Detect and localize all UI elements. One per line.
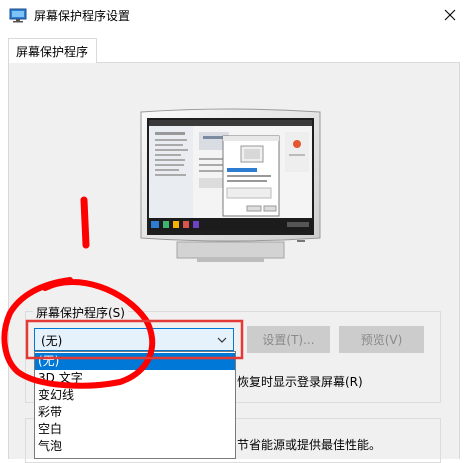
tab-label: 屏幕保护程序 [16, 45, 89, 59]
screensaver-settings-window: 屏幕保护程序设置 屏幕保护程序 屏幕保护程序(S) (无) 设置(T)... 预… [0, 0, 467, 463]
list-item[interactable]: 空白 [35, 421, 235, 438]
list-item[interactable]: (无) [35, 353, 235, 370]
screensaver-dropdown-list: (无) 3D 文字 变幻线 彩带 空白 气泡 [34, 351, 236, 459]
screensaver-group-label: 屏幕保护程序(S) [33, 304, 128, 321]
list-item[interactable]: 气泡 [35, 438, 235, 455]
list-item[interactable]: 变幻线 [35, 387, 235, 404]
resume-logon-label[interactable]: 恢复时显示登录屏幕(R) [237, 373, 363, 390]
power-description: 节省能源或提供最佳性能。 [237, 438, 382, 452]
monitor-icon [9, 8, 27, 23]
tab-screensaver[interactable]: 屏幕保护程序 [8, 38, 97, 63]
title-bar[interactable]: 屏幕保护程序设置 [0, 0, 467, 30]
list-item[interactable]: 彩带 [35, 404, 235, 421]
settings-button[interactable]: 设置(T)... [247, 326, 330, 353]
close-button[interactable] [432, 0, 467, 30]
close-icon [444, 9, 455, 21]
monitor-preview [137, 108, 324, 265]
window-title: 屏幕保护程序设置 [34, 9, 131, 23]
preview-button[interactable]: 预览(V) [339, 326, 424, 353]
chevron-down-icon [217, 334, 227, 348]
screensaver-select-value: (无) [41, 334, 63, 348]
screensaver-select[interactable]: (无) [34, 328, 234, 351]
list-item[interactable]: 3D 文字 [35, 370, 235, 387]
